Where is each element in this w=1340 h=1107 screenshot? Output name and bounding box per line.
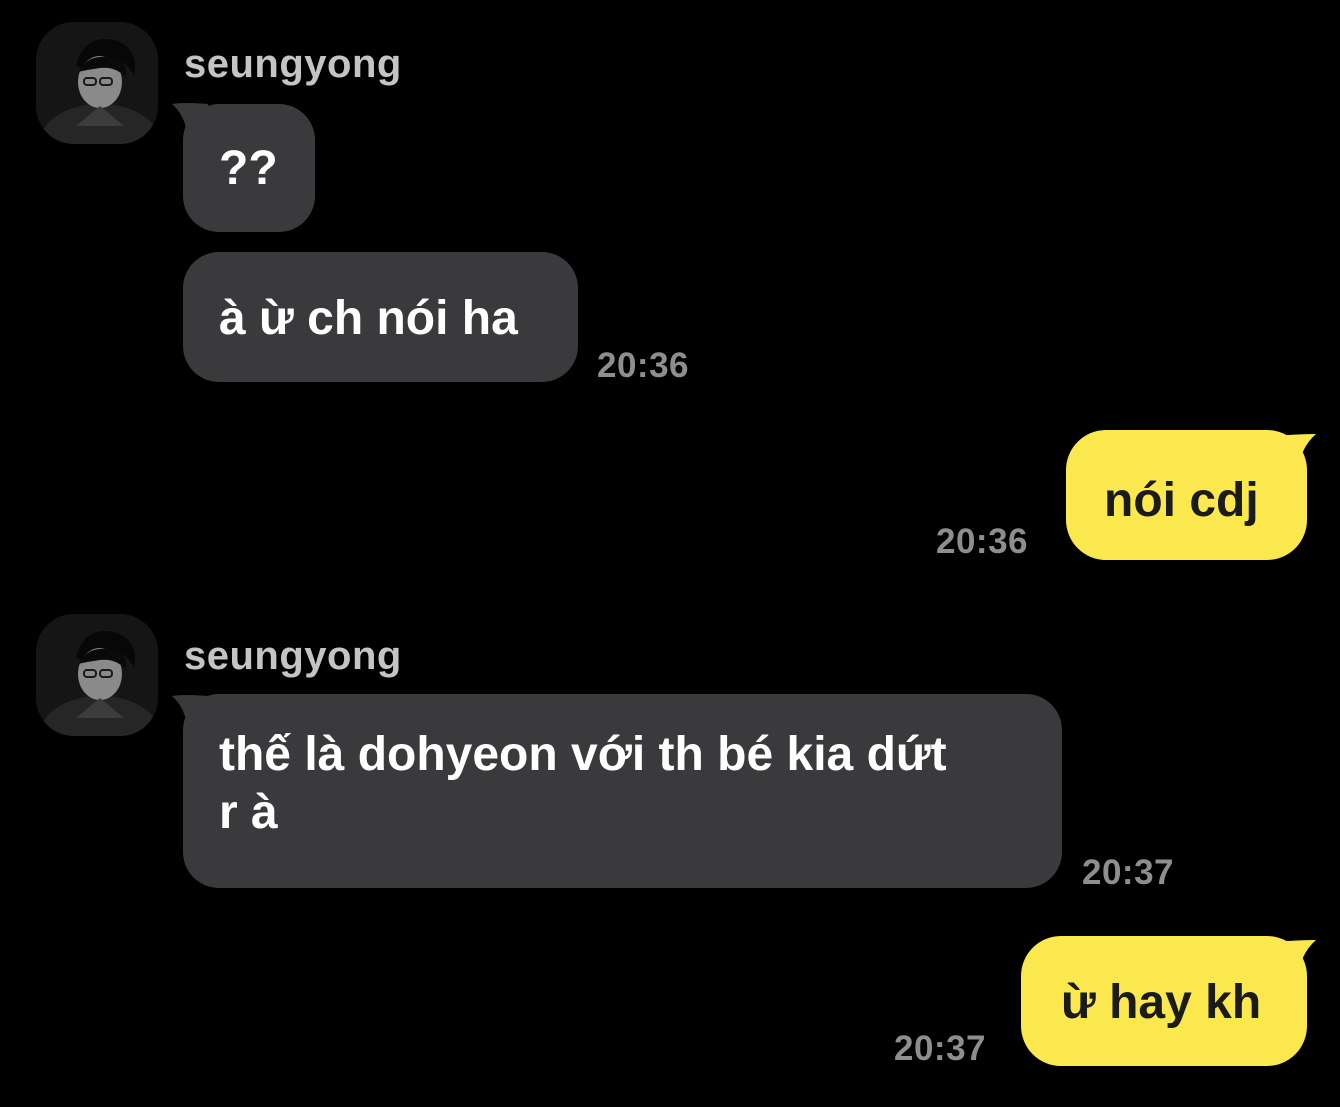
profile-photo-avatar-icon: [36, 614, 158, 736]
message-text: ??: [219, 142, 278, 195]
sender-name: seungyong: [184, 42, 402, 86]
message-text-line: thế là dohyeon với th bé kia dứt: [219, 728, 947, 781]
sender-avatar[interactable]: [36, 22, 158, 144]
message-text: à ừ ch nói ha: [219, 292, 518, 345]
message-timestamp: 20:37: [1082, 853, 1175, 892]
message-timestamp: 20:37: [894, 1029, 987, 1068]
message-text-line: r à: [219, 786, 278, 839]
message-timestamp: 20:36: [936, 522, 1029, 561]
sender-avatar[interactable]: [36, 614, 158, 736]
message-bubble[interactable]: à ừ ch nói ha: [183, 252, 578, 382]
message-bubble[interactable]: thế là dohyeon với th bé kia dứt r à: [183, 694, 1062, 888]
message-timestamp: 20:36: [597, 346, 690, 385]
message-bubble[interactable]: nói cdj: [1066, 430, 1307, 560]
message-bubble[interactable]: ??: [183, 104, 315, 232]
message-bubble[interactable]: ừ hay kh: [1021, 936, 1307, 1066]
message-text: ừ hay kh: [1061, 976, 1262, 1029]
message-text: nói cdj: [1104, 474, 1259, 527]
profile-photo-avatar-icon: [36, 22, 158, 144]
sender-name: seungyong: [184, 634, 402, 678]
